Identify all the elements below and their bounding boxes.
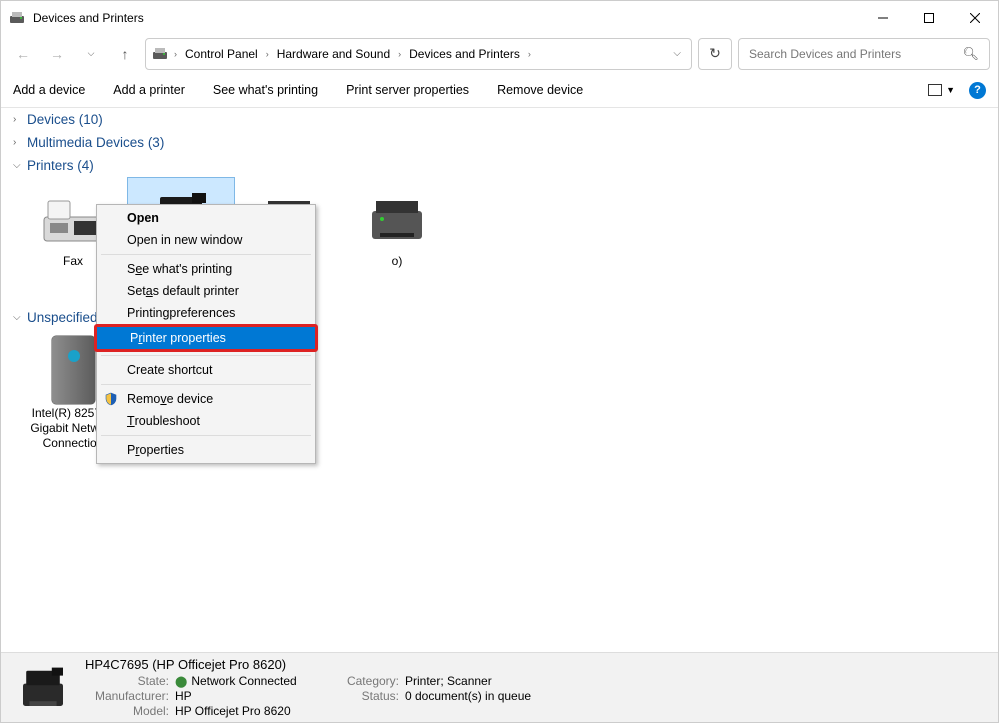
details-category-label: Category: <box>335 674 405 688</box>
group-devices[interactable]: › Devices (10) <box>9 108 990 131</box>
breadcrumb-segment[interactable]: Hardware and Sound <box>273 45 394 63</box>
print-server-props-command[interactable]: Print server properties <box>346 83 469 97</box>
maximize-button[interactable] <box>906 2 952 34</box>
chevron-down-icon: ⌵ <box>13 312 27 323</box>
group-multimedia[interactable]: › Multimedia Devices (3) <box>9 131 990 154</box>
refresh-button[interactable]: ↻ <box>698 38 732 70</box>
group-count: (3) <box>148 135 165 150</box>
group-label: Printers <box>27 158 74 173</box>
details-thumbnail <box>13 663 73 713</box>
device-printer-4[interactable]: o) <box>343 177 451 306</box>
ctx-troubleshoot[interactable]: Troubleshoot <box>97 410 315 432</box>
breadcrumb-segment[interactable]: Control Panel <box>181 45 262 63</box>
details-manufacturer-label: Manufacturer: <box>85 689 175 703</box>
search-icon: 🔍︎ <box>962 46 979 62</box>
group-count: (4) <box>77 158 94 173</box>
details-category-value: Printer; Scanner <box>405 674 605 688</box>
ctx-separator <box>101 384 311 385</box>
view-options-button[interactable]: ▼ <box>928 84 955 96</box>
breadcrumb-icon <box>152 46 168 62</box>
ctx-see-printing[interactable]: See what's printing <box>97 258 315 280</box>
details-status-label: Status: <box>335 689 405 703</box>
back-button[interactable]: ← <box>9 40 37 68</box>
forward-button[interactable]: → <box>43 40 71 68</box>
ctx-set-default[interactable]: Set as default printer <box>97 280 315 302</box>
printers-row: Fax HP4C7695 (HP Officejet Pro 8620) <box>9 177 990 306</box>
details-state-label: State: <box>85 674 175 688</box>
ctx-highlight-border: Printer properties <box>94 324 318 352</box>
search-placeholder: Search Devices and Printers <box>749 47 901 61</box>
details-manufacturer-value: HP <box>175 689 335 703</box>
context-menu: Open Open in new window See what's print… <box>96 204 316 464</box>
window-controls <box>860 2 998 34</box>
ctx-printing-prefs[interactable]: Printing preferences <box>97 302 315 324</box>
ctx-separator <box>101 254 311 255</box>
group-count: (10) <box>79 112 103 127</box>
breadcrumb-segment[interactable]: Devices and Printers <box>405 45 524 63</box>
group-label: Unspecified <box>27 310 98 325</box>
breadcrumb-dropdown[interactable]: ⌵ <box>669 48 685 59</box>
ctx-separator <box>101 435 311 436</box>
window-title: Devices and Printers <box>33 11 144 25</box>
ctx-open-new-window[interactable]: Open in new window <box>97 229 315 251</box>
up-button[interactable]: ↑ <box>111 40 139 68</box>
chevron-right-icon: › <box>174 49 177 59</box>
ctx-properties[interactable]: Properties <box>97 439 315 461</box>
details-name: HP4C7695 (HP Officejet Pro 8620) <box>85 657 986 672</box>
command-bar: Add a device Add a printer See what's pr… <box>1 73 998 108</box>
remove-device-command[interactable]: Remove device <box>497 83 583 97</box>
titlebar-icon <box>9 10 25 26</box>
ctx-remove-device[interactable]: Remove device <box>97 388 315 410</box>
help-icon[interactable]: ? <box>969 82 986 99</box>
breadcrumb[interactable]: › Control Panel › Hardware and Sound › D… <box>145 38 692 70</box>
search-input[interactable]: Search Devices and Printers 🔍︎ <box>738 38 990 70</box>
device-label: o) <box>346 254 448 269</box>
details-model-value: HP Officejet Pro 8620 <box>175 704 335 718</box>
ctx-open[interactable]: Open <box>97 207 315 229</box>
chevron-down-icon: ⌵ <box>13 160 27 171</box>
content-area: › Devices (10) › Multimedia Devices (3) … <box>1 108 998 458</box>
details-pane: HP4C7695 (HP Officejet Pro 8620) State: … <box>1 652 998 722</box>
close-button[interactable] <box>952 2 998 34</box>
chevron-right-icon: › <box>528 49 531 59</box>
ctx-printer-properties[interactable]: Printer properties <box>97 327 315 349</box>
add-device-command[interactable]: Add a device <box>13 83 85 97</box>
details-status-value: 0 document(s) in queue <box>405 689 605 703</box>
recent-dropdown[interactable]: ⌵ <box>77 40 105 68</box>
ctx-separator <box>101 355 311 356</box>
ctx-create-shortcut[interactable]: Create shortcut <box>97 359 315 381</box>
navbar: ← → ⌵ ↑ › Control Panel › Hardware and S… <box>1 34 998 73</box>
details-state-value: ⬤Network Connected <box>175 674 335 688</box>
printer-icon <box>346 182 448 254</box>
see-printing-command[interactable]: See what's printing <box>213 83 318 97</box>
titlebar: Devices and Printers <box>1 1 998 34</box>
group-label: Multimedia Devices <box>27 135 144 150</box>
chevron-right-icon: › <box>398 49 401 59</box>
details-model-label: Model: <box>85 704 175 718</box>
chevron-right-icon: › <box>13 114 27 125</box>
group-label: Devices <box>27 112 75 127</box>
group-printers[interactable]: ⌵ Printers (4) <box>9 154 990 177</box>
add-printer-command[interactable]: Add a printer <box>113 83 185 97</box>
chevron-right-icon: › <box>266 49 269 59</box>
chevron-right-icon: › <box>13 137 27 148</box>
shield-icon <box>103 391 119 407</box>
minimize-button[interactable] <box>860 2 906 34</box>
network-icon: ⬤ <box>175 675 187 688</box>
